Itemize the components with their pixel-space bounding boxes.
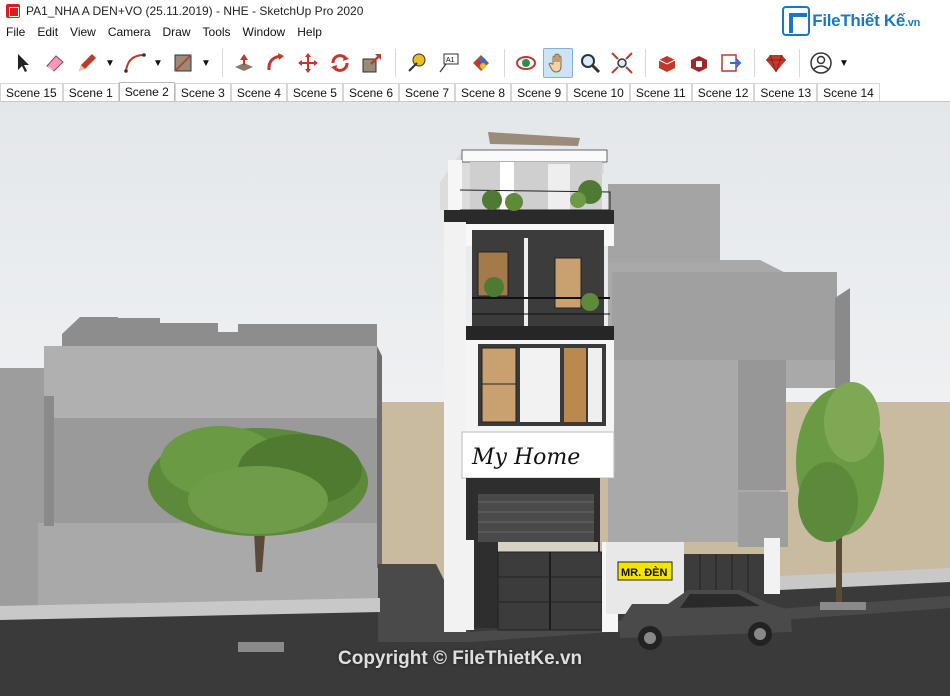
follow-me-tool[interactable] — [261, 48, 291, 78]
scene-tab[interactable]: Scene 5 — [286, 83, 343, 102]
window-title: PA1_NHA A DEN+VO (25.11.2019) - NHE - Sk… — [26, 4, 364, 18]
extension-manager-tool[interactable] — [761, 48, 791, 78]
menu-help[interactable]: Help — [291, 22, 328, 42]
zoom-extents-icon — [611, 52, 633, 74]
pencil-dropdown[interactable]: ▼ — [104, 48, 116, 78]
arrow-cursor-icon — [18, 54, 29, 72]
sketchup-logo-icon — [6, 4, 20, 18]
toolbar-separator — [799, 49, 800, 77]
account-dropdown[interactable]: ▼ — [838, 48, 850, 78]
warehouse-tool[interactable] — [652, 48, 682, 78]
eraser-tool[interactable] — [40, 48, 70, 78]
pan-tool[interactable] — [543, 48, 573, 78]
menu-view[interactable]: View — [64, 22, 102, 42]
model-scene: My Home MR. ĐÈN — [0, 102, 950, 696]
zoom-tool[interactable] — [575, 48, 605, 78]
ruby-gem-icon — [766, 54, 786, 73]
text-tool-label: A1 — [446, 57, 455, 64]
scene-tab[interactable]: Scene 11 — [629, 83, 692, 102]
scene-tab[interactable]: Scene 8 — [455, 83, 512, 102]
scene-tab[interactable]: Scene 7 — [399, 83, 456, 102]
chevron-down-icon: ▼ — [153, 57, 163, 69]
chevron-down-icon: ▼ — [839, 57, 849, 69]
scene-tab[interactable]: Scene 4 — [230, 83, 287, 102]
eraser-icon — [46, 55, 64, 72]
scene-tab[interactable]: Scene 15 — [0, 83, 63, 102]
tape-measure-icon — [408, 53, 426, 72]
move-tool[interactable] — [293, 48, 323, 78]
scene-tab[interactable]: Scene 3 — [174, 83, 231, 102]
text-label-icon: A1 — [439, 53, 459, 73]
menu-file[interactable]: File — [0, 22, 31, 42]
send-to-layout-tool[interactable] — [716, 48, 746, 78]
copyright-watermark: Copyright © FileThietKe.vn — [338, 648, 583, 669]
send-to-layout-icon — [721, 54, 742, 72]
menu-bar: File Edit View Camera Draw Tools Window … — [0, 22, 950, 42]
scene-tab-active[interactable]: Scene 2 — [118, 82, 175, 103]
scene-tab[interactable]: Scene 9 — [511, 83, 568, 102]
orbit-tool[interactable] — [511, 48, 541, 78]
orbit-icon — [516, 56, 536, 70]
paint-bucket-icon — [473, 55, 489, 71]
toolbar-separator — [645, 49, 646, 77]
scene-tab[interactable]: Scene 14 — [817, 83, 880, 102]
push-pull-icon — [235, 54, 253, 71]
paint-bucket-tool[interactable] — [466, 48, 496, 78]
push-pull-tool[interactable] — [229, 48, 259, 78]
arc-dropdown[interactable]: ▼ — [152, 48, 164, 78]
menu-tools[interactable]: Tools — [197, 22, 237, 42]
rectangle-tool[interactable] — [168, 48, 198, 78]
text-tool[interactable]: A1 — [434, 48, 464, 78]
scene-tabs: Scene 15 Scene 1 Scene 2 Scene 3 Scene 4… — [0, 82, 950, 103]
arc-icon — [124, 53, 146, 73]
pencil-tool[interactable] — [72, 48, 102, 78]
scene-tab[interactable]: Scene 6 — [342, 83, 399, 102]
rectangle-icon — [174, 54, 192, 72]
main-toolbar: ▼ ▼ ▼ A1 ▼ — [0, 44, 950, 82]
chevron-down-icon: ▼ — [105, 57, 115, 69]
hand-icon — [548, 53, 562, 73]
magnifier-icon — [581, 54, 601, 74]
rotate-icon — [331, 54, 349, 72]
follow-me-icon — [267, 53, 284, 71]
scene-tab[interactable]: Scene 1 — [62, 83, 119, 102]
tape-measure-tool[interactable] — [402, 48, 432, 78]
chevron-down-icon: ▼ — [201, 57, 211, 69]
house-nameplate-text: MR. ĐÈN — [621, 566, 668, 579]
toolbar-separator — [222, 49, 223, 77]
scene-tab[interactable]: Scene 10 — [567, 83, 630, 102]
zoom-extents-tool[interactable] — [607, 48, 637, 78]
select-tool[interactable] — [8, 48, 38, 78]
user-account-icon — [810, 52, 832, 74]
scale-tool[interactable] — [357, 48, 387, 78]
toolbar-separator — [395, 49, 396, 77]
arc-tool[interactable] — [120, 48, 150, 78]
menu-window[interactable]: Window — [237, 22, 292, 42]
menu-camera[interactable]: Camera — [102, 22, 157, 42]
menu-draw[interactable]: Draw — [157, 22, 197, 42]
account-tool[interactable] — [806, 48, 836, 78]
rotate-tool[interactable] — [325, 48, 355, 78]
move-icon — [298, 53, 318, 73]
scene-tab[interactable]: Scene 12 — [691, 83, 755, 102]
toolbar-separator — [504, 49, 505, 77]
menu-edit[interactable]: Edit — [31, 22, 64, 42]
pencil-icon — [79, 54, 96, 71]
scale-icon — [362, 54, 381, 73]
extension-warehouse-tool[interactable] — [684, 48, 714, 78]
rectangle-dropdown[interactable]: ▼ — [200, 48, 212, 78]
toolbar-separator — [754, 49, 755, 77]
model-viewport[interactable]: My Home MR. ĐÈN — [0, 102, 950, 696]
extension-warehouse-icon — [691, 56, 707, 72]
3d-warehouse-icon — [658, 56, 676, 72]
house-sign-text: My Home — [471, 445, 580, 470]
scene-tab[interactable]: Scene 13 — [754, 83, 818, 102]
